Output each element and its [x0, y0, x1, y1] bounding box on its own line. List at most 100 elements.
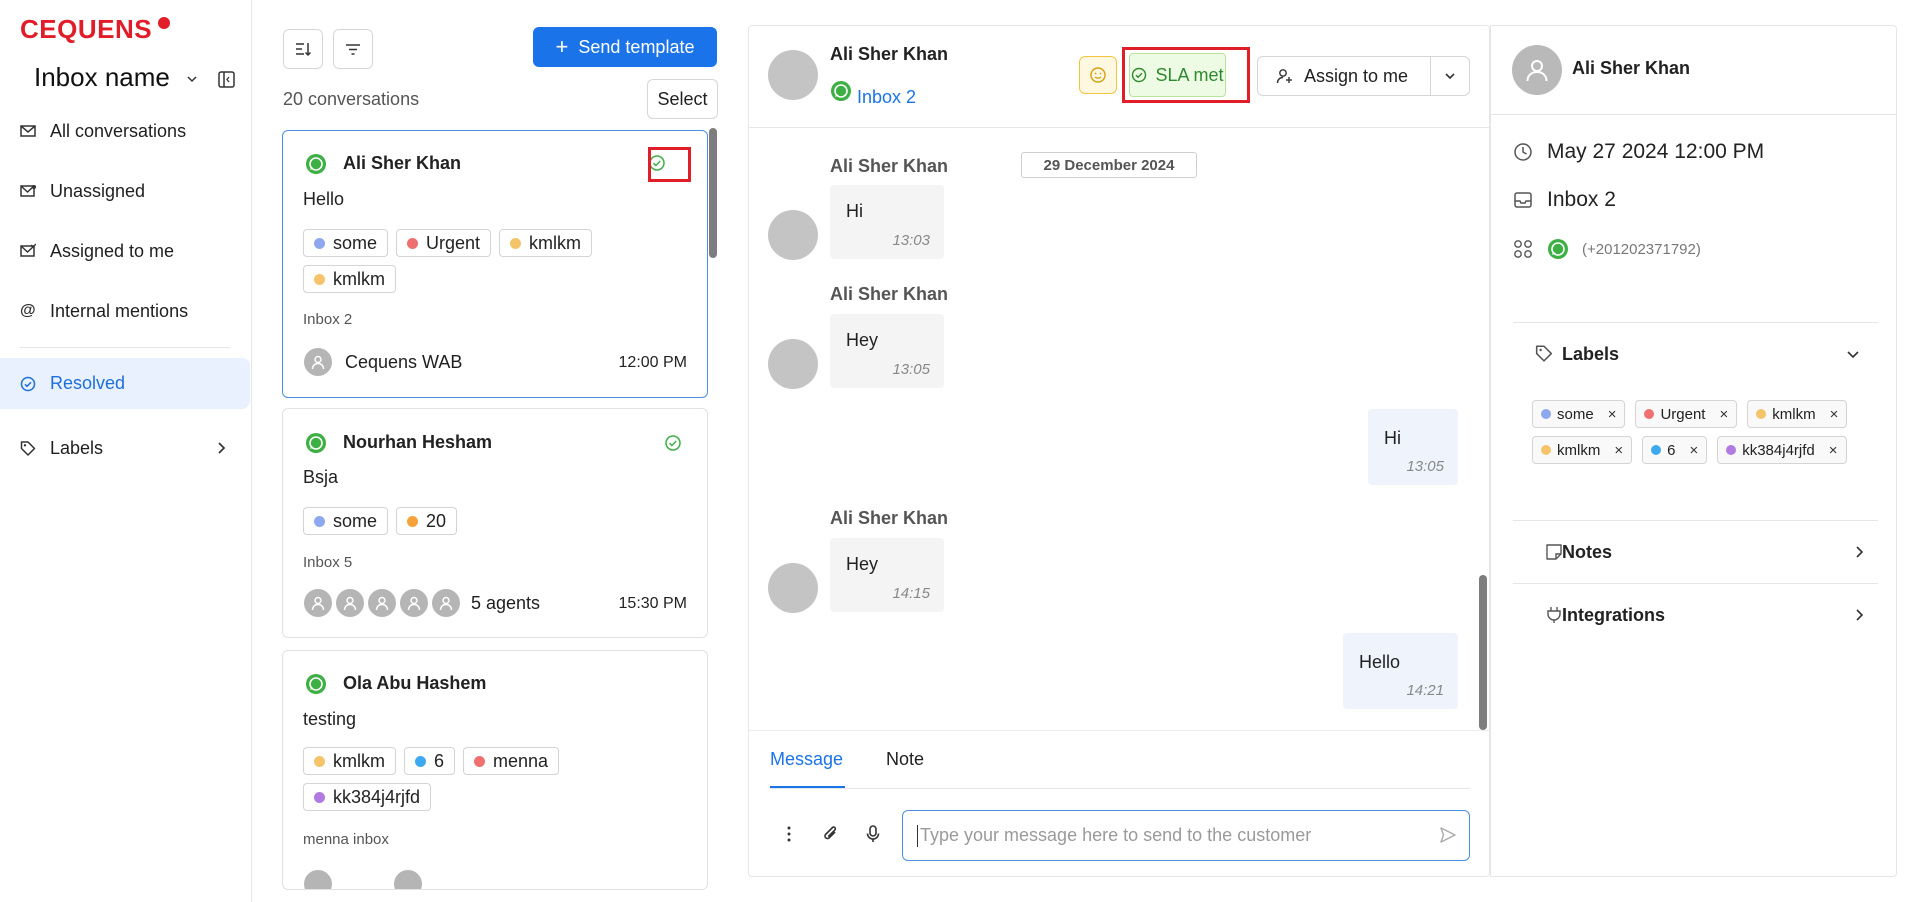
chevron-right-icon[interactable]: [1855, 545, 1865, 559]
label-dot: [1541, 409, 1551, 419]
message-time: 14:15: [892, 585, 930, 602]
chat-inbox-link[interactable]: Inbox 2: [857, 87, 916, 108]
avatar: [303, 588, 333, 618]
remove-label-icon[interactable]: ×: [1830, 406, 1839, 423]
send-template-button[interactable]: + Send template: [533, 27, 717, 67]
chevron-down-icon: [1444, 70, 1456, 82]
send-icon[interactable]: [1439, 826, 1457, 844]
remove-label-icon[interactable]: ×: [1614, 442, 1623, 459]
labels-title: Labels: [1562, 344, 1620, 364]
assign-to-me-button[interactable]: Assign to me: [1258, 57, 1431, 95]
list-scrollbar[interactable]: [709, 128, 717, 258]
left-sidebar: CEQUENS Inbox name All conversations Una…: [0, 0, 252, 902]
clock-icon: [1513, 142, 1533, 162]
message-input[interactable]: Type your message here to send to the cu…: [902, 810, 1470, 861]
sidebar-item-all-conversations[interactable]: All conversations: [0, 106, 250, 156]
sidebar-item-resolved[interactable]: Resolved: [0, 358, 250, 409]
mail-icon: [20, 123, 36, 139]
label-dot: [510, 237, 522, 249]
remove-label-icon[interactable]: ×: [1608, 406, 1617, 423]
sender-avatar: [768, 563, 818, 613]
assign-button-group: Assign to me: [1257, 56, 1470, 96]
filter-button[interactable]: [333, 29, 373, 69]
label-chip: kmlkm: [303, 265, 396, 293]
whatsapp-icon: [1547, 238, 1569, 260]
mail-unassigned-icon: [20, 183, 36, 199]
label-text: Urgent: [1660, 405, 1706, 423]
conversation-card[interactable]: Nourhan Hesham Bsja some 20 Inbox 5 5 ag…: [282, 408, 708, 638]
label-dot: [407, 515, 419, 527]
more-options-icon[interactable]: [779, 824, 799, 844]
divider: [1491, 114, 1896, 115]
inbox-name: Inbox 5: [303, 554, 353, 571]
remove-label-icon[interactable]: ×: [1829, 442, 1838, 459]
tab-note[interactable]: Note: [886, 749, 924, 770]
label-chip: kk384j4rjfd ×: [1717, 436, 1847, 464]
filter-icon: [345, 42, 361, 56]
inbox-name: Inbox 2: [303, 311, 353, 328]
label-text: kk384j4rjfd: [333, 786, 421, 807]
attachment-icon[interactable]: [821, 824, 841, 844]
label-chip: some: [303, 507, 389, 535]
highlight-box: [648, 147, 691, 182]
chevron-down-icon[interactable]: [186, 73, 198, 85]
label-chip: kmlkm: [499, 229, 593, 257]
chat-scrollbar[interactable]: [1479, 575, 1487, 730]
inbox-name-title[interactable]: Inbox name: [34, 62, 170, 93]
label-text: kmlkm: [529, 232, 582, 253]
select-button[interactable]: Select: [647, 79, 718, 119]
check-circle-icon: [20, 376, 36, 392]
whatsapp-icon: [305, 153, 327, 175]
message-sender: Ali Sher Khan: [830, 156, 949, 176]
label-chip: Urgent ×: [1635, 400, 1738, 428]
label-dot: [415, 755, 426, 767]
message-input-placeholder: Type your message here to send to the cu…: [920, 825, 1312, 845]
sort-button[interactable]: [283, 29, 323, 69]
assignee-name: 5 agents: [471, 592, 541, 613]
label-dot: [314, 237, 325, 249]
sidebar-item-unassigned[interactable]: Unassigned: [0, 166, 250, 216]
message-text: Hello: [1359, 652, 1401, 672]
sidebar-item-label: Resolved: [50, 373, 126, 393]
collapse-sidebar-icon[interactable]: [218, 71, 235, 88]
label-dot: [314, 273, 325, 285]
label-list: some 20: [303, 507, 683, 535]
avatar: [399, 588, 429, 618]
label-chip: kmlkm ×: [1532, 436, 1633, 464]
brand-logo-dot: [158, 17, 170, 29]
label-dot: [314, 755, 325, 767]
brand-logo: CEQUENS: [20, 14, 153, 44]
sidebar-item-assigned-to-me[interactable]: Assigned to me: [0, 226, 250, 276]
microphone-icon[interactable]: [863, 824, 883, 844]
assignee-group: 5 agents: [303, 588, 540, 618]
label-chip: kmlkm ×: [1747, 400, 1848, 428]
chevron-right-icon[interactable]: [1855, 608, 1865, 622]
conversation-card[interactable]: Ali Sher Khan Hello some Urgent kmlkm km…: [282, 130, 708, 398]
label-text: 6: [1667, 441, 1676, 459]
assign-dropdown-button[interactable]: [1431, 70, 1469, 82]
contact-date-row: May 27 2024 12:00 PM: [1513, 140, 1764, 164]
label-text: some: [333, 510, 378, 531]
message-text: Hi: [846, 201, 863, 221]
date-divider: 29 December 2024: [1021, 152, 1197, 178]
message-time: 13:05: [1406, 458, 1444, 475]
avatar: [431, 588, 461, 618]
label-text: menna: [493, 750, 549, 771]
conversation-time: 12:00 PM: [618, 354, 687, 371]
chevron-down-icon[interactable]: [1846, 350, 1860, 360]
user-plus-icon: [1276, 67, 1294, 85]
integrations-title: Integrations: [1562, 605, 1666, 625]
sidebar-item-label: Assigned to me: [50, 240, 175, 261]
check-circle-icon: [664, 434, 682, 452]
sidebar-item-label: Labels: [50, 437, 104, 458]
remove-label-icon[interactable]: ×: [1719, 406, 1728, 423]
avatar: [335, 588, 365, 618]
conversation-card[interactable]: Ola Abu Hashem testing kmlkm 6 menna kk3…: [282, 650, 708, 890]
contact-name: Ola Abu Hashem: [343, 673, 487, 693]
emoji-button[interactable]: [1079, 56, 1117, 94]
sidebar-item-internal-mentions[interactable]: @ Internal mentions: [0, 286, 250, 336]
tab-message[interactable]: Message: [770, 749, 843, 770]
remove-label-icon[interactable]: ×: [1689, 442, 1698, 459]
sidebar-item-labels[interactable]: Labels: [0, 423, 250, 473]
contact-avatar: [768, 50, 818, 100]
